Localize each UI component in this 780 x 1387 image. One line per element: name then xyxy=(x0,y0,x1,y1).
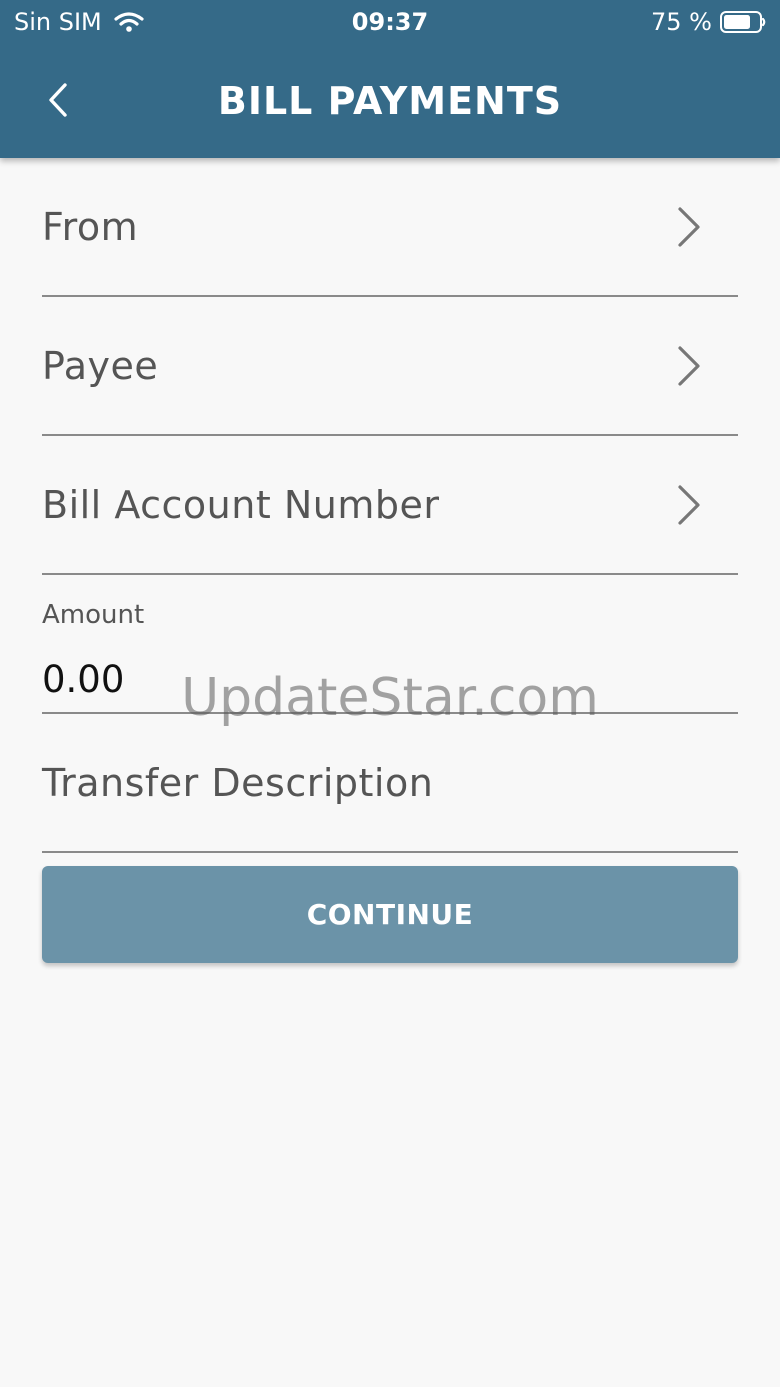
status-bar: Sin SIM 09:37 75 % xyxy=(0,0,780,44)
continue-button[interactable]: CONTINUE xyxy=(42,866,738,963)
bill-payment-form: From Payee Bill Account Number Amount Tr… xyxy=(42,158,738,853)
payee-label: Payee xyxy=(42,344,159,388)
chevron-right-icon xyxy=(678,346,700,386)
from-label: From xyxy=(42,205,139,249)
battery-percent: 75 % xyxy=(651,8,712,36)
bill-account-number-label: Bill Account Number xyxy=(42,483,440,527)
nav-bar: BILL PAYMENTS xyxy=(0,44,780,158)
amount-label: Amount xyxy=(42,600,145,630)
page-title: BILL PAYMENTS xyxy=(217,79,563,123)
bill-account-number-selector[interactable]: Bill Account Number xyxy=(42,436,738,575)
battery-icon xyxy=(720,11,766,33)
from-selector[interactable]: From xyxy=(42,158,738,297)
payee-selector[interactable]: Payee xyxy=(42,297,738,436)
transfer-description-field[interactable]: Transfer Description xyxy=(42,714,738,853)
amount-input[interactable] xyxy=(42,657,682,703)
battery-info: 75 % xyxy=(651,7,766,37)
app-header: Sin SIM 09:37 75 % BILL PAYMENTS xyxy=(0,0,780,158)
amount-field-container: Amount xyxy=(42,575,738,714)
transfer-description-label: Transfer Description xyxy=(42,761,434,805)
chevron-right-icon xyxy=(678,207,700,247)
chevron-right-icon xyxy=(678,485,700,525)
